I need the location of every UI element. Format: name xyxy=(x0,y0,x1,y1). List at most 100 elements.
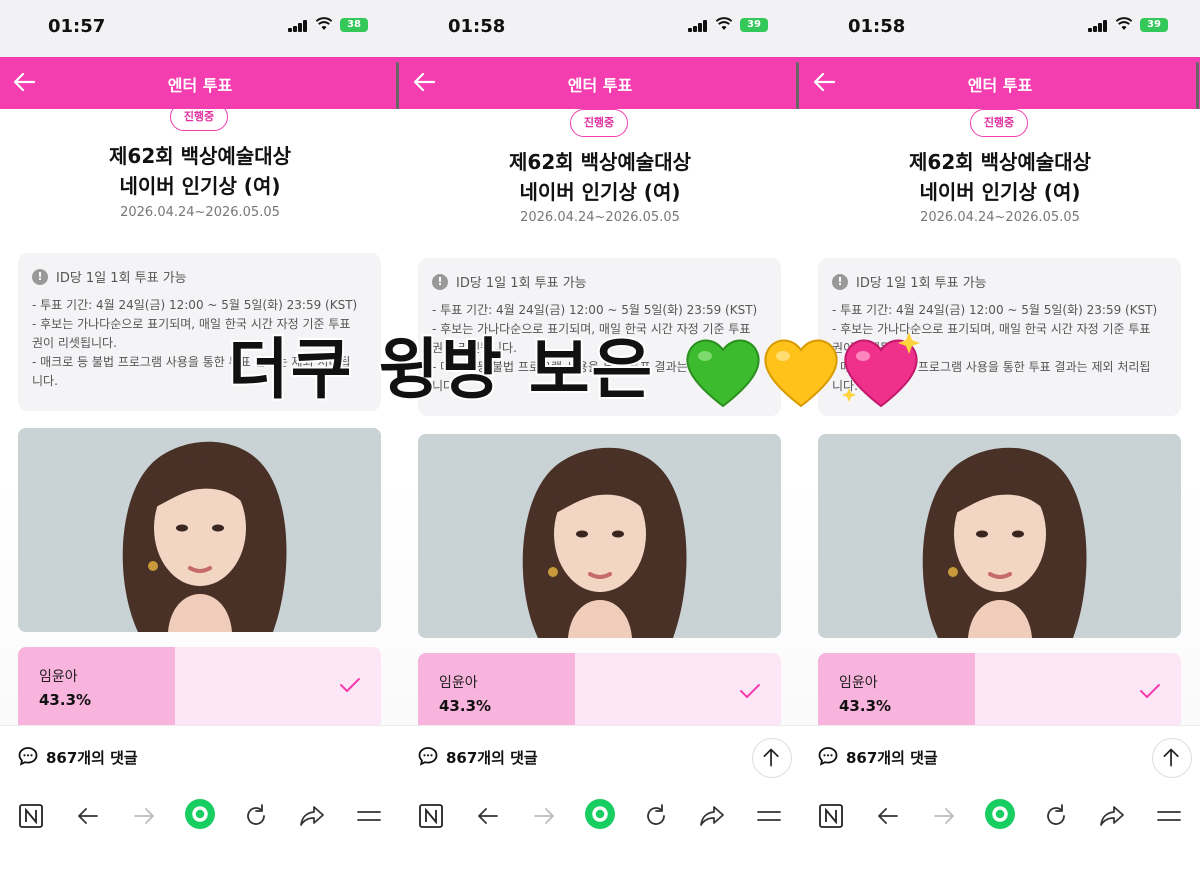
candidate-percent: 43.3% xyxy=(39,691,92,709)
vote-title: 제62회 백상예술대상 네이버 인기상 (여) xyxy=(800,147,1200,207)
vote-title-line2: 네이버 인기상 (여) xyxy=(119,174,281,198)
nav-forward-button[interactable] xyxy=(130,802,158,830)
notice-heading: ! ID당 1일 1회 투표 가능 xyxy=(832,272,1167,291)
notice-heading-text: ID당 1일 1회 투표 가능 xyxy=(456,276,587,291)
alert-icon: ! xyxy=(832,273,848,290)
vote-content[interactable]: 진행중 제62회 백상예술대상 네이버 인기상 (여) 2026.04.24~2… xyxy=(800,109,1200,725)
share-icon xyxy=(1100,806,1124,826)
notice-line: - 투표 기간: 4월 24일(금) 12:00 ~ 5월 5일(화) 23:5… xyxy=(32,298,358,312)
notice-box: ! ID당 1일 1회 투표 가능 - 투표 기간: 4월 24일(금) 12:… xyxy=(818,258,1181,416)
nav-forward-button[interactable] xyxy=(530,802,558,830)
status-bar: 01:58 39 xyxy=(400,0,800,57)
notice-line: - 투표 기간: 4월 24일(금) 12:00 ~ 5월 5일(화) 23:5… xyxy=(832,303,1158,317)
comment-bar[interactable]: 867개의 댓글 xyxy=(400,725,800,788)
nav-home-button[interactable] xyxy=(184,798,216,830)
reload-icon xyxy=(247,804,265,825)
notice-line: - 매크로 등 불법 프로그램 사용을 통한 투표 결과는 제외 처리됩 xyxy=(832,360,1151,374)
notice-box: ! ID당 1일 1회 투표 가능 - 투표 기간: 4월 24일(금) 12:… xyxy=(18,253,381,411)
notice-line: - 후보는 가나다순으로 표기되며, 매일 한국 시간 자정 기준 투표 xyxy=(32,317,351,331)
candidate-percent: 43.3% xyxy=(839,697,892,715)
nav-menu-button[interactable] xyxy=(1155,802,1183,830)
vote-content[interactable]: 진행중 제62회 백상예술대상 네이버 인기상 (여) 2026.04.24~2… xyxy=(0,109,400,725)
cellular-signal-icon xyxy=(688,20,708,32)
green-home-icon xyxy=(185,799,215,829)
app-header: 엔터 투표 xyxy=(400,57,800,109)
notice-box: ! ID당 1일 1회 투표 가능 - 투표 기간: 4월 24일(금) 12:… xyxy=(418,258,781,416)
candidate-name: 임윤아 xyxy=(439,675,478,691)
naver-n-icon xyxy=(819,804,843,828)
notice-line: 니다. xyxy=(832,379,858,393)
back-arrow-icon xyxy=(478,808,498,824)
notice-line: 니다. xyxy=(432,379,458,393)
nav-menu-button[interactable] xyxy=(755,802,783,830)
candidate-option[interactable]: 임윤아 43.3% xyxy=(418,653,781,725)
scroll-top-button[interactable] xyxy=(1152,738,1192,778)
candidate-photo xyxy=(18,428,381,632)
candidate-option[interactable]: 임윤아 43.3% xyxy=(18,647,381,725)
nav-share-button[interactable] xyxy=(298,802,326,830)
browser-toolbar xyxy=(800,788,1200,870)
vote-content[interactable]: 진행중 제62회 백상예술대상 네이버 인기상 (여) 2026.04.24~2… xyxy=(400,109,800,725)
nav-share-button[interactable] xyxy=(1098,802,1126,830)
vote-title-line1: 제62회 백상예술대상 xyxy=(109,144,291,168)
candidate-photo xyxy=(418,434,781,638)
notice-heading: ! ID당 1일 1회 투표 가능 xyxy=(432,272,767,291)
nav-reload-button[interactable] xyxy=(642,802,670,830)
share-icon xyxy=(300,806,324,826)
vote-title-line2: 네이버 인기상 (여) xyxy=(919,180,1081,204)
candidate-photo xyxy=(818,434,1181,638)
candidate-option[interactable]: 임윤아 43.3% xyxy=(818,653,1181,725)
status-bar: 01:58 39 xyxy=(800,0,1200,57)
vote-percent-bar xyxy=(18,647,176,725)
nav-forward-button[interactable] xyxy=(930,802,958,830)
phone-screen-3: 01:58 39 엔터 투표 진행중 제62회 백상예술대상 네이버 인기상 (… xyxy=(800,0,1200,870)
menu-icon xyxy=(757,811,781,821)
nav-back-button[interactable] xyxy=(474,802,502,830)
browser-toolbar xyxy=(400,788,800,870)
menu-icon xyxy=(1157,811,1181,821)
notice-heading-text: ID당 1일 1회 투표 가능 xyxy=(856,276,987,291)
comment-bubble-icon xyxy=(418,747,438,766)
forward-arrow-icon xyxy=(534,808,554,824)
nav-back-button[interactable] xyxy=(74,802,102,830)
comment-bubble-icon xyxy=(18,747,38,766)
comment-count: 867개의 댓글 xyxy=(446,749,538,767)
comment-bar[interactable]: 867개의 댓글 xyxy=(800,725,1200,788)
nav-reload-button[interactable] xyxy=(1042,802,1070,830)
notice-line: - 후보는 가나다순으로 표기되며, 매일 한국 시간 자정 기준 투표 xyxy=(832,322,1151,336)
status-badge: 진행중 xyxy=(970,109,1028,137)
clock: 01:58 xyxy=(848,16,906,37)
notice-line: - 매크로 등 불법 프로그램 사용을 통한 투표 결과는 제외 처리됩 xyxy=(432,360,751,374)
notice-heading: ! ID당 1일 1회 투표 가능 xyxy=(32,267,367,286)
vote-title: 제62회 백상예술대상 네이버 인기상 (여) xyxy=(400,147,800,207)
forward-arrow-icon xyxy=(934,808,954,824)
forward-arrow-icon xyxy=(134,808,154,824)
notice-heading-text: ID당 1일 1회 투표 가능 xyxy=(56,271,187,286)
nav-share-button[interactable] xyxy=(698,802,726,830)
vote-title-line1: 제62회 백상예술대상 xyxy=(509,150,691,174)
battery-icon: 39 xyxy=(1140,18,1168,32)
cellular-signal-icon xyxy=(1088,20,1108,32)
app-header: 엔터 투표 xyxy=(800,57,1200,109)
clock: 01:58 xyxy=(448,16,506,37)
candidate-name: 임윤아 xyxy=(39,669,78,685)
nav-home-button[interactable] xyxy=(984,798,1016,830)
status-badge: 진행중 xyxy=(170,109,228,131)
nav-reload-button[interactable] xyxy=(242,802,270,830)
naver-n-button[interactable] xyxy=(817,802,845,830)
status-badge: 진행중 xyxy=(570,109,628,137)
battery-level: 39 xyxy=(1147,19,1161,30)
naver-n-button[interactable] xyxy=(417,802,445,830)
screenshot-collage: 01:57 38 엔터 투표 진행중 제62회 백상예술대상 네이버 인기상 (… xyxy=(0,0,1200,870)
page-title: 엔터 투표 xyxy=(167,76,233,95)
notice-line: - 후보는 가나다순으로 표기되며, 매일 한국 시간 자정 기준 투표 xyxy=(432,322,751,336)
page-title: 엔터 투표 xyxy=(567,76,633,95)
comment-bubble-icon xyxy=(818,747,838,766)
naver-n-button[interactable] xyxy=(17,802,45,830)
nav-menu-button[interactable] xyxy=(355,802,383,830)
comment-bar[interactable]: 867개의 댓글 xyxy=(0,725,400,788)
scroll-top-button[interactable] xyxy=(752,738,792,778)
share-icon xyxy=(700,806,724,826)
nav-home-button[interactable] xyxy=(584,798,616,830)
nav-back-button[interactable] xyxy=(874,802,902,830)
